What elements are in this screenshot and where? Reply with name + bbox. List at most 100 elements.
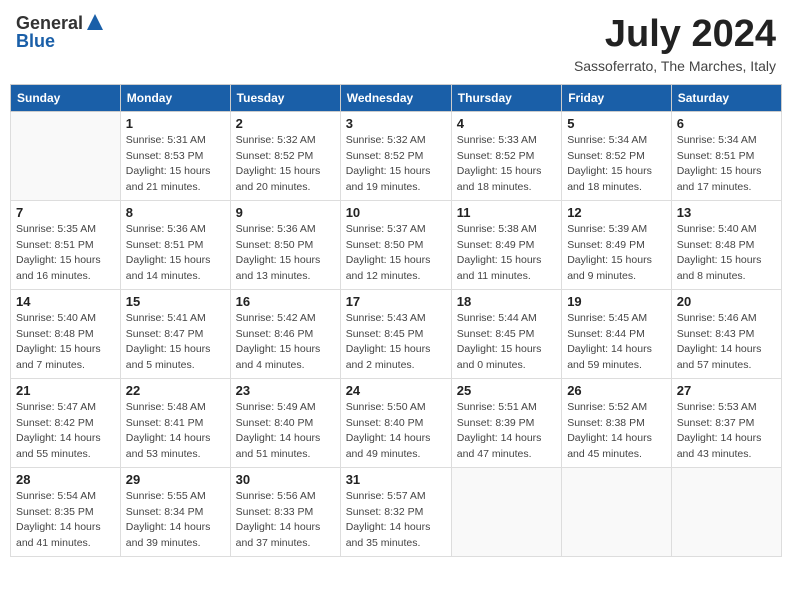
calendar-cell: [562, 467, 672, 556]
day-detail: Sunrise: 5:33 AM Sunset: 8:52 PM Dayligh…: [457, 133, 556, 196]
calendar-cell: 18 Sunrise: 5:44 AM Sunset: 8:45 PM Dayli…: [451, 289, 561, 378]
calendar-cell: [671, 467, 781, 556]
calendar-cell: 22 Sunrise: 5:48 AM Sunset: 8:41 PM Dayli…: [120, 378, 230, 467]
calendar-cell: 16Sunrise: 5:42 AM Sunset: 8:46 PM Dayli…: [230, 289, 340, 378]
calendar-cell: 7 Sunrise: 5:35 AM Sunset: 8:51 PM Daylig…: [11, 200, 121, 289]
calendar-cell: 26 Sunrise: 5:52 AM Sunset: 8:38 PM Dayli…: [562, 378, 672, 467]
day-number: 26: [567, 383, 666, 398]
column-header-sunday: Sunday: [11, 84, 121, 111]
calendar-cell: 28 Sunrise: 5:54 AM Sunset: 8:35 PM Dayli…: [11, 467, 121, 556]
day-number: 31: [346, 472, 446, 487]
day-number: 18: [457, 294, 556, 309]
day-number: 17: [346, 294, 446, 309]
day-detail: Sunrise: 5:40 AM Sunset: 8:48 PM Dayligh…: [16, 311, 115, 374]
day-detail: Sunrise: 5:51 AM Sunset: 8:39 PM Dayligh…: [457, 400, 556, 463]
calendar-cell: 30Sunrise: 5:56 AM Sunset: 8:33 PM Dayli…: [230, 467, 340, 556]
day-number: 7: [16, 205, 115, 220]
calendar-cell: 24 Sunrise: 5:50 AM Sunset: 8:40 PM Dayli…: [340, 378, 451, 467]
day-number: 16: [236, 294, 335, 309]
day-number: 2: [236, 116, 335, 131]
day-detail: Sunrise: 5:50 AM Sunset: 8:40 PM Dayligh…: [346, 400, 446, 463]
day-number: 29: [126, 472, 225, 487]
day-detail: Sunrise: 5:52 AM Sunset: 8:38 PM Dayligh…: [567, 400, 666, 463]
location: Sassoferrato, The Marches, Italy: [574, 58, 776, 74]
day-number: 24: [346, 383, 446, 398]
day-number: 3: [346, 116, 446, 131]
day-number: 9: [236, 205, 335, 220]
column-header-monday: Monday: [120, 84, 230, 111]
calendar-cell: 21 Sunrise: 5:47 AM Sunset: 8:42 PM Dayli…: [11, 378, 121, 467]
day-detail: Sunrise: 5:45 AM Sunset: 8:44 PM Dayligh…: [567, 311, 666, 374]
day-detail: Sunrise: 5:55 AM Sunset: 8:34 PM Dayligh…: [126, 489, 225, 552]
calendar-cell: 9Sunrise: 5:36 AM Sunset: 8:50 PM Daylig…: [230, 200, 340, 289]
calendar-cell: 1 Sunrise: 5:31 AM Sunset: 8:53 PM Daylig…: [120, 111, 230, 200]
calendar-cell: 27Sunrise: 5:53 AM Sunset: 8:37 PM Dayli…: [671, 378, 781, 467]
day-number: 12: [567, 205, 666, 220]
day-detail: Sunrise: 5:32 AM Sunset: 8:52 PM Dayligh…: [236, 133, 335, 196]
day-detail: Sunrise: 5:37 AM Sunset: 8:50 PM Dayligh…: [346, 222, 446, 285]
calendar-header-row: SundayMondayTuesdayWednesdayThursdayFrid…: [11, 84, 782, 111]
calendar-cell: 19Sunrise: 5:45 AM Sunset: 8:44 PM Dayli…: [562, 289, 672, 378]
calendar-cell: 10 Sunrise: 5:37 AM Sunset: 8:50 PM Dayli…: [340, 200, 451, 289]
day-number: 6: [677, 116, 776, 131]
day-number: 22: [126, 383, 225, 398]
calendar-week-row: 7 Sunrise: 5:35 AM Sunset: 8:51 PM Daylig…: [11, 200, 782, 289]
day-detail: Sunrise: 5:54 AM Sunset: 8:35 PM Dayligh…: [16, 489, 115, 552]
title-block: July 2024 Sassoferrato, The Marches, Ita…: [574, 14, 776, 74]
day-detail: Sunrise: 5:34 AM Sunset: 8:51 PM Dayligh…: [677, 133, 776, 196]
logo-icon: [85, 12, 105, 32]
day-number: 8: [126, 205, 225, 220]
day-number: 4: [457, 116, 556, 131]
day-number: 20: [677, 294, 776, 309]
page-header: General Blue July 2024 Sassoferrato, The…: [10, 10, 782, 78]
calendar-cell: 17Sunrise: 5:43 AM Sunset: 8:45 PM Dayli…: [340, 289, 451, 378]
column-header-saturday: Saturday: [671, 84, 781, 111]
logo-text: General Blue: [16, 14, 105, 50]
day-number: 10: [346, 205, 446, 220]
calendar-cell: [11, 111, 121, 200]
day-number: 1: [126, 116, 225, 131]
day-detail: Sunrise: 5:41 AM Sunset: 8:47 PM Dayligh…: [126, 311, 225, 374]
day-number: 5: [567, 116, 666, 131]
day-detail: Sunrise: 5:36 AM Sunset: 8:51 PM Dayligh…: [126, 222, 225, 285]
day-detail: Sunrise: 5:48 AM Sunset: 8:41 PM Dayligh…: [126, 400, 225, 463]
day-detail: Sunrise: 5:34 AM Sunset: 8:52 PM Dayligh…: [567, 133, 666, 196]
day-number: 13: [677, 205, 776, 220]
logo: General Blue: [16, 14, 105, 50]
logo-blue: Blue: [16, 32, 105, 50]
calendar-week-row: 28 Sunrise: 5:54 AM Sunset: 8:35 PM Dayli…: [11, 467, 782, 556]
day-detail: Sunrise: 5:38 AM Sunset: 8:49 PM Dayligh…: [457, 222, 556, 285]
day-detail: Sunrise: 5:49 AM Sunset: 8:40 PM Dayligh…: [236, 400, 335, 463]
day-detail: Sunrise: 5:31 AM Sunset: 8:53 PM Dayligh…: [126, 133, 225, 196]
calendar-cell: 29 Sunrise: 5:55 AM Sunset: 8:34 PM Dayli…: [120, 467, 230, 556]
day-detail: Sunrise: 5:46 AM Sunset: 8:43 PM Dayligh…: [677, 311, 776, 374]
calendar-week-row: 14 Sunrise: 5:40 AM Sunset: 8:48 PM Dayli…: [11, 289, 782, 378]
day-number: 15: [126, 294, 225, 309]
logo-general: General: [16, 14, 83, 32]
calendar-cell: 31 Sunrise: 5:57 AM Sunset: 8:32 PM Dayli…: [340, 467, 451, 556]
day-detail: Sunrise: 5:40 AM Sunset: 8:48 PM Dayligh…: [677, 222, 776, 285]
day-detail: Sunrise: 5:44 AM Sunset: 8:45 PM Dayligh…: [457, 311, 556, 374]
calendar-cell: 5 Sunrise: 5:34 AM Sunset: 8:52 PM Daylig…: [562, 111, 672, 200]
calendar-cell: 11Sunrise: 5:38 AM Sunset: 8:49 PM Dayli…: [451, 200, 561, 289]
calendar-cell: 2 Sunrise: 5:32 AM Sunset: 8:52 PM Daylig…: [230, 111, 340, 200]
day-number: 21: [16, 383, 115, 398]
day-number: 23: [236, 383, 335, 398]
calendar-week-row: 21 Sunrise: 5:47 AM Sunset: 8:42 PM Dayli…: [11, 378, 782, 467]
column-header-friday: Friday: [562, 84, 672, 111]
day-number: 30: [236, 472, 335, 487]
calendar-cell: 8 Sunrise: 5:36 AM Sunset: 8:51 PM Daylig…: [120, 200, 230, 289]
calendar-cell: 3Sunrise: 5:32 AM Sunset: 8:52 PM Daylig…: [340, 111, 451, 200]
calendar-cell: 12Sunrise: 5:39 AM Sunset: 8:49 PM Dayli…: [562, 200, 672, 289]
column-header-tuesday: Tuesday: [230, 84, 340, 111]
day-number: 27: [677, 383, 776, 398]
calendar-table: SundayMondayTuesdayWednesdayThursdayFrid…: [10, 84, 782, 557]
column-header-thursday: Thursday: [451, 84, 561, 111]
day-number: 25: [457, 383, 556, 398]
day-detail: Sunrise: 5:35 AM Sunset: 8:51 PM Dayligh…: [16, 222, 115, 285]
column-header-wednesday: Wednesday: [340, 84, 451, 111]
day-detail: Sunrise: 5:57 AM Sunset: 8:32 PM Dayligh…: [346, 489, 446, 552]
day-number: 14: [16, 294, 115, 309]
day-detail: Sunrise: 5:47 AM Sunset: 8:42 PM Dayligh…: [16, 400, 115, 463]
day-number: 28: [16, 472, 115, 487]
